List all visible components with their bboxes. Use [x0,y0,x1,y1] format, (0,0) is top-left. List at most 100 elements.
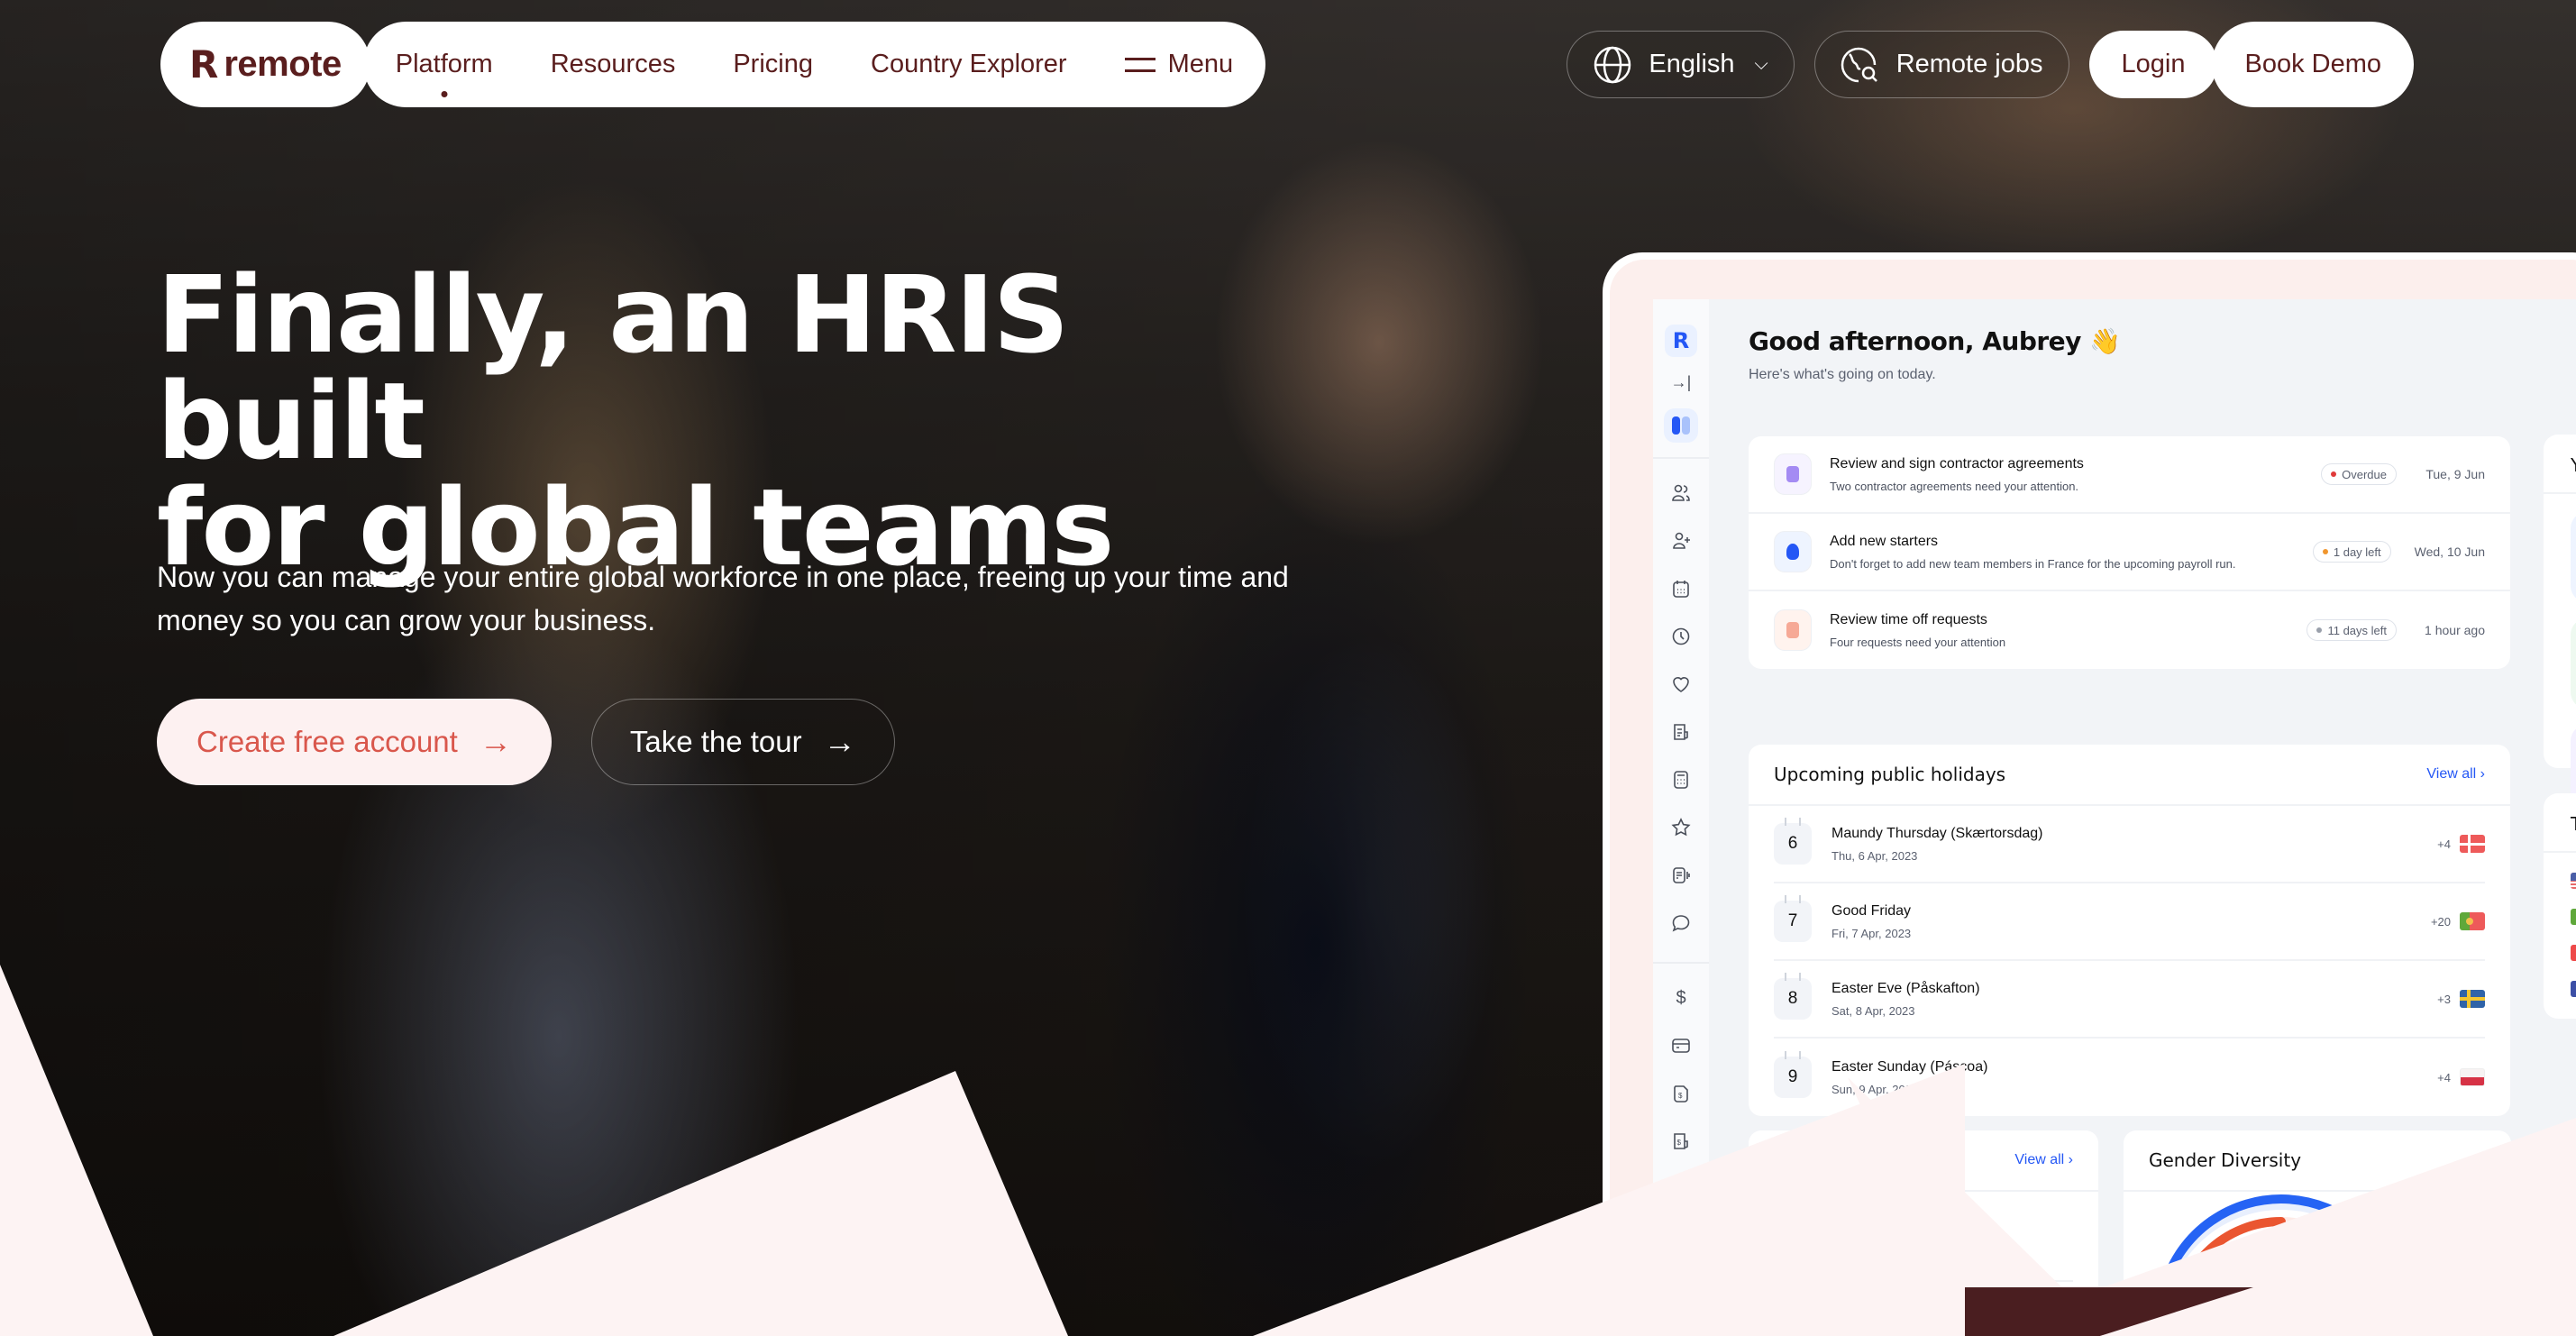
usa-flag-icon [2571,873,2576,889]
nav-link-platform[interactable]: Platform [395,50,493,97]
svg-text:$: $ [1677,1139,1682,1147]
task-row[interactable]: Review time off requests Four requests n… [1749,591,2510,669]
expense-icon[interactable]: $ [1669,1130,1693,1153]
svg-text:$: $ [1678,1092,1683,1100]
calculator-icon[interactable] [1669,768,1693,792]
holiday-row[interactable]: 9 Easter Sunday (Páscoa) Sun, 9 Apr, 2023… [1774,1039,2485,1116]
holiday-date: Sat, 8 Apr, 2023 [1832,1003,1915,1018]
task-description: Don't forget to add new team members in … [1830,556,2236,571]
calendar-day-icon: 9 [1774,1051,1812,1098]
sidebar-divider [1653,457,1709,459]
holiday-name: Easter Sunday (Páscoa) [1832,1058,1988,1075]
nav-link-country-explorer[interactable]: Country Explorer [871,50,1067,79]
dashboard-nav-icon[interactable] [1664,408,1698,443]
dollar-icon[interactable]: $ [1669,986,1693,1010]
task-title: Add new starters [1830,533,1939,549]
poland-flag-icon [2460,1068,2485,1086]
task-row[interactable]: Review and sign contractor agreements Tw… [1749,436,2510,514]
task-title: Review and sign contractor agreements [1830,455,2084,471]
nav-link-label: Platform [395,50,493,78]
menu-label: Menu [1167,50,1234,78]
holiday-date: Fri, 7 Apr, 2023 [1832,926,1912,940]
country-count: +4 [2437,1070,2451,1084]
auth-buttons: Login Book Demo [2088,22,2414,107]
card-title: Gender Diversity [2149,1149,2302,1171]
add-person-icon [1774,531,1812,572]
birthdays-card: hdays View all › Jr. [1749,1130,2098,1291]
logo[interactable]: R remote [160,22,370,107]
gender-diversity-chart [2158,1194,2403,1291]
card-icon[interactable] [1669,1034,1693,1057]
view-all-label: View all [2014,1152,2065,1167]
login-button[interactable]: Login [2088,31,2218,98]
holiday-row[interactable]: 6 Maundy Thursday (Skærtorsdag) Thu, 6 Ap… [1774,806,2485,883]
globe-icon [1594,46,1631,83]
book-demo-button[interactable]: Book Demo [2212,22,2414,107]
view-all-link[interactable]: View all › [2014,1152,2073,1168]
primary-nav: R remote Platform Resources Pricing Coun… [160,22,1266,107]
active-indicator [441,91,448,97]
arrow-right-icon: → [823,723,856,760]
collapse-sidebar-icon[interactable]: →| [1671,373,1692,392]
right-column: You Tea [2544,435,2576,1044]
nav-link-pricing[interactable]: Pricing [733,50,813,79]
card-title: Tea [2544,793,2576,853]
nav-link-resources[interactable]: Resources [551,50,676,79]
remote-jobs-button[interactable]: Remote jobs [1813,31,2069,98]
tile[interactable] [2571,618,2576,709]
time-off-icon [1774,609,1812,651]
language-selector[interactable]: English ⌵ [1567,31,1795,98]
france-flag-icon [2571,981,2576,997]
hamburger-icon [1124,57,1156,72]
app-main: Good afternoon, Aubrey 👋 Here's what's g… [1709,299,2576,1291]
calendar-day-icon: 6 [1774,818,1812,865]
document-icon[interactable] [1669,864,1693,887]
holiday-row[interactable]: 8 Easter Eve (Påskafton) Sat, 8 Apr, 2023… [1774,961,2485,1039]
holiday-date: Thu, 6 Apr, 2023 [1832,848,1918,863]
holiday-row[interactable]: 7 Good Friday Fri, 7 Apr, 2023 +20 [1774,883,2485,961]
sidebar-divider [1653,962,1709,964]
card-title: hdays [1891,1149,1945,1171]
right-card: You [2544,435,2576,815]
star-icon[interactable] [1669,816,1693,839]
secondary-nav: English ⌵ Remote jobs Login Book Demo [1567,22,2414,107]
receipt-icon[interactable] [1669,720,1693,744]
people-icon[interactable] [1669,481,1693,505]
add-person-icon[interactable] [1669,529,1693,553]
task-date: Tue, 9 Jun [2425,467,2485,481]
task-row[interactable]: Add new starters Don't forget to add new… [1749,514,2510,591]
badge-label: Overdue [2342,467,2387,481]
hero-subhead: Now you can manage your entire global wo… [157,561,1289,636]
menu-button[interactable]: Menu [1124,50,1234,79]
arrow-right-icon: → [479,723,512,760]
chat-icon[interactable] [1669,911,1693,935]
folder-icon[interactable] [1669,1177,1693,1201]
tile[interactable] [2571,512,2576,602]
birthday-name: Jr. [1938,1286,1953,1291]
clock-icon[interactable] [1669,625,1693,648]
badge-label: 11 days left [2327,623,2387,637]
app-sidebar: R →| $ $ $ [1653,299,1709,1291]
take-the-tour-button[interactable]: Take the tour → [590,699,895,785]
denmark-flag-icon [2460,835,2485,853]
holiday-date: Sun, 9 Apr, 2023 [1832,1082,1919,1096]
invoice-icon[interactable]: $ [1669,1082,1693,1105]
badge-label: 1 day left [2333,544,2381,559]
hris-app: R →| $ $ $ Good afternoon, Aubrey 👋 Here… [1653,299,2576,1291]
heart-icon[interactable] [1669,673,1693,696]
cta-secondary-label: Take the tour [629,725,802,758]
holiday-name: Good Friday [1832,902,1912,919]
headline-line-1: Finally, an HRIS built [157,252,1069,483]
create-free-account-button[interactable]: Create free account → [157,699,552,785]
country-count: +3 [2437,992,2451,1006]
task-date: Wed, 10 Jun [2414,544,2485,559]
view-all-link[interactable]: View all › [2426,766,2485,782]
nav-links: Platform Resources Pricing Country Explo… [362,22,1266,107]
card-title: Upcoming public holidays [1774,764,2006,785]
globe-search-icon [1841,47,1877,82]
country-count: +20 [2430,914,2451,929]
hero-headline: Finally, an HRIS built for global teams [157,261,1329,581]
contract-icon [1774,453,1812,495]
public-holidays-card: Upcoming public holidays View all › 6 Ma… [1749,745,2510,1116]
calendar-icon[interactable] [1669,577,1693,600]
